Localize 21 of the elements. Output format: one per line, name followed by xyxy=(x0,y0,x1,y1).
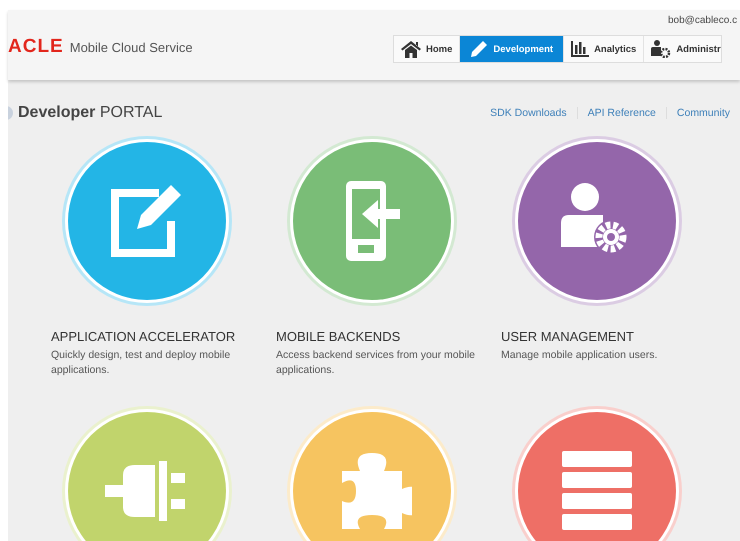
header-link[interactable]: Community xyxy=(666,107,740,119)
tile-title: APPLICATION ACCELERATOR xyxy=(51,329,236,344)
nav-tab[interactable]: Administr xyxy=(644,36,721,62)
user-email: bob@cableco.c xyxy=(668,15,738,26)
bar-chart-icon xyxy=(571,41,590,57)
product-name: Mobile Cloud Service xyxy=(70,40,193,56)
tile-description: Access backend services from your mobile applications. xyxy=(276,348,476,378)
tile-title: MOBILE BACKENDS xyxy=(276,329,402,344)
user-gear-icon xyxy=(651,40,672,58)
header-link[interactable]: API Reference xyxy=(576,107,666,119)
list-icon xyxy=(562,451,632,531)
tile-title: USER MANAGEMENT xyxy=(501,329,635,344)
portal-title: Developer PORTAL xyxy=(18,104,162,122)
header-link[interactable]: SDK Downloads xyxy=(480,107,577,119)
tile-description: Manage mobile application users. xyxy=(501,348,658,363)
pencil-icon xyxy=(470,40,488,58)
home-icon xyxy=(401,40,421,58)
tile-description: Quickly design, test and deploy mobile applications. xyxy=(51,348,232,378)
nav-tab[interactable]: Development xyxy=(460,36,564,62)
oracle-logo: ACLE xyxy=(8,36,64,58)
nav-tab[interactable]: Analytics xyxy=(564,36,644,62)
